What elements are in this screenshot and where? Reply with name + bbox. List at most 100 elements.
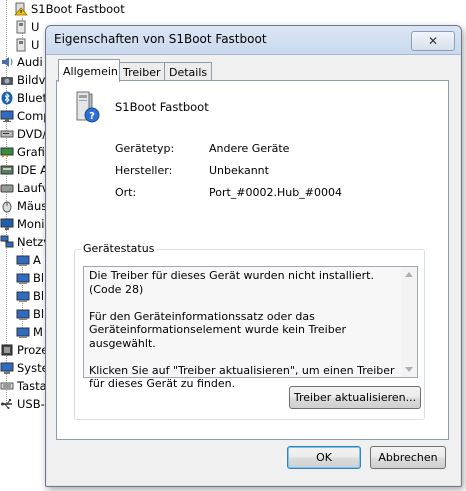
status-line: Für den Geräteinformationssatz oder das … [89,309,347,350]
network-adapter-icon [16,253,30,267]
tree-item-usb-1[interactable]: U [14,18,39,36]
tab-allgemein[interactable]: Allgemein [58,59,120,82]
tree-item-label: Tasta [17,379,47,393]
tree-item-network-adapter-3[interactable]: Bl [16,287,44,305]
properties-dialog: Eigenschaften von S1Boot Fastboot ✕ Allg… [45,25,462,487]
scroll-down-icon[interactable] [405,367,413,372]
tree-item-network-adapter-1[interactable]: A [16,251,41,269]
tree-item-label: Bildv [17,73,46,87]
dialog-title: Eigenschaften von S1Boot Fastboot [54,32,267,46]
manufacturer-value: Unbekannt [209,164,269,177]
tree-item-system[interactable]: Syste [0,359,49,377]
tree-item-keyboards[interactable]: Tasta [0,377,47,395]
ok-label: OK [316,451,332,464]
device-status-group: Gerätestatus Die Treiber für dieses Gerä… [74,242,425,420]
scroll-up-icon[interactable] [405,272,413,277]
tree-item-label: Bl [33,289,45,303]
status-scrollbar[interactable] [401,267,417,377]
tree-item-label: Bl [33,271,45,285]
computer-icon [0,109,14,123]
network-icon [0,235,14,249]
tree-item-label: Syste [17,361,49,375]
network-adapter-icon [16,289,30,303]
network-adapter-icon [16,325,30,339]
warning-device-icon [14,2,28,16]
tree-item-label: Proze [17,343,49,357]
tab-label: Details [169,65,208,79]
tree-item-network-adapter-5[interactable]: M [16,323,43,341]
cancel-button[interactable]: Abbrechen [370,446,446,469]
svg-text:?: ? [89,111,95,122]
tab-treiber[interactable]: Treiber [118,62,169,81]
device-name: S1Boot Fastboot [115,100,209,114]
usb-device-icon [14,20,28,34]
tree-item-label: IDE A [17,163,49,177]
tree-item-label: Audi [17,55,43,69]
ok-button[interactable]: OK [287,446,361,469]
imaging-icon [0,73,14,87]
general-tab-panel: ? S1Boot Fastboot Gerätetyp: Andere Gerä… [56,80,449,440]
tree-item-label: S1Boot Fastboot [31,2,125,16]
tree-item-monitors[interactable]: Moni [0,215,44,233]
location-value: Port_#0002.Hub_#0004 [209,186,342,199]
tab-details[interactable]: Details [164,62,212,81]
tree-item-usb-2[interactable]: U [14,36,39,54]
processor-icon [0,343,14,357]
tree-item-label: USB- [17,397,45,411]
dialog-client-area: Allgemein Treiber Details ? S1Boot Fastb… [54,58,453,478]
dialog-title-bar[interactable]: Eigenschaften von S1Boot Fastboot ✕ [46,26,461,55]
location-label: Ort: [115,186,137,199]
audio-icon [0,55,14,69]
network-adapter-icon [16,307,30,321]
tree-item-computer[interactable]: Comp [0,107,51,125]
tab-label: Allgemein [63,64,118,78]
tree-item-network-adapter-2[interactable]: Bl [16,269,44,287]
tree-item-audio[interactable]: Audi [0,53,43,71]
tree-item-display-adapters[interactable]: Grafik [0,143,52,161]
device-type-label: Gerätetyp: [115,142,175,155]
tree-item-mice[interactable]: Mäus [0,197,47,215]
mouse-icon [0,199,14,213]
tree-item-processors[interactable]: Proze [0,341,48,359]
tree-item-drives[interactable]: Laufv [0,179,49,197]
tree-item-label: Laufv [17,181,49,195]
tab-label: Treiber [123,65,161,79]
tree-item-label: M [33,325,43,339]
tree-item-label: U [31,38,40,52]
manufacturer-label: Hersteller: [115,164,173,177]
tree-item-s1boot-fastboot[interactable]: S1Boot Fastboot [14,0,125,18]
device-type-value: Andere Geräte [209,142,290,155]
keyboard-icon [0,379,14,393]
tree-item-ide[interactable]: IDE A [0,161,48,179]
cancel-label: Abbrechen [378,451,438,464]
tree-item-network-adapter-4[interactable]: Bl [16,305,44,323]
close-button[interactable]: ✕ [411,31,455,51]
device-status-textbox[interactable]: Die Treiber für dieses Gerät wurden nich… [83,266,418,390]
monitor-icon [0,217,14,231]
dvd-icon [0,127,14,141]
tree-item-label: A [33,253,41,267]
tree-item-label: U [31,20,40,34]
ide-icon [0,163,14,177]
usb-controller-icon [0,397,14,411]
update-driver-label: Treiber aktualisieren... [293,391,417,404]
usb-device-icon [14,38,28,52]
network-adapter-icon [16,271,30,285]
update-driver-button[interactable]: Treiber aktualisieren... [289,386,421,409]
tree-item-label: Moni [17,217,45,231]
tree-item-label: Mäus [17,199,48,213]
system-icon [0,361,14,375]
tree-item-network[interactable]: Netzv [0,233,50,251]
tree-item-usb-controllers[interactable]: USB- [0,395,45,413]
device-status-title: Gerätestatus [81,242,157,255]
tree-item-imaging[interactable]: Bildv [0,71,45,89]
device-status-text: Die Treiber für dieses Gerät wurden nich… [89,269,399,404]
tree-item-dvd[interactable]: DVD/ [0,125,46,143]
status-line: Die Treiber für dieses Gerät wurden nich… [89,269,374,296]
tree-item-label: Bl [33,307,45,321]
bluetooth-icon [0,91,14,105]
tree-item-bluetooth[interactable]: Bluet [0,89,47,107]
tree-item-label: Bluet [17,91,47,105]
display-adapter-icon [0,145,14,159]
unknown-device-icon: ? [69,91,101,125]
